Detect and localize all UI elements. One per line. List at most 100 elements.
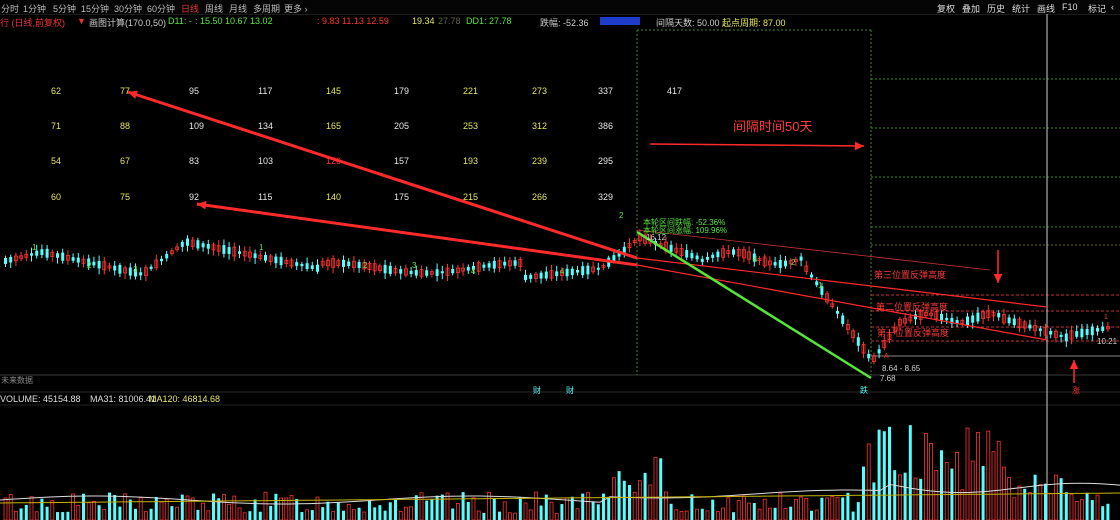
volume-bar xyxy=(263,491,268,520)
candle-body xyxy=(555,271,559,277)
volume-bar xyxy=(149,508,153,520)
trend-arrow-lower xyxy=(196,202,638,267)
volume-bar xyxy=(227,503,232,520)
volume-bar xyxy=(326,501,330,520)
wave-count-marker: 2 xyxy=(87,261,92,270)
wave-count-marker: 4 xyxy=(753,255,758,264)
volume-bar xyxy=(196,509,200,520)
candle-body xyxy=(784,260,787,267)
volume-bar xyxy=(154,496,158,520)
volume-bar xyxy=(736,500,741,520)
volume-bar xyxy=(1106,503,1110,520)
candle-body xyxy=(482,264,486,268)
volume-bar xyxy=(866,443,871,520)
volume-bar xyxy=(872,482,876,520)
volume-bar xyxy=(445,492,450,520)
volume-bar xyxy=(856,502,860,520)
candle-body xyxy=(357,261,361,269)
volume-bar xyxy=(732,512,735,520)
candle-body xyxy=(227,247,231,254)
volume-bar xyxy=(726,497,731,520)
candle-body xyxy=(238,251,241,254)
volume-bar xyxy=(908,425,912,520)
volume-bar xyxy=(170,506,174,520)
volume-bar xyxy=(835,496,840,520)
volume-bar xyxy=(762,498,767,520)
volume-bar xyxy=(394,498,397,520)
volume-bar xyxy=(476,510,481,520)
candle-body xyxy=(539,272,543,279)
volume-bar xyxy=(3,497,8,520)
volume-bar xyxy=(321,507,325,520)
volume-bar xyxy=(554,512,559,520)
volume-bar xyxy=(976,432,980,520)
candle-body xyxy=(305,263,309,270)
volume-bar xyxy=(862,466,865,520)
volume-bar xyxy=(820,497,824,520)
candle-body xyxy=(118,264,122,274)
candle-body xyxy=(940,313,943,321)
volume-bar xyxy=(336,502,340,520)
wave-count-marker: 1 xyxy=(818,281,823,290)
kline-chart[interactable]: 1 2 3 1 2 3 4 4 2 4 2 1 xyxy=(0,0,1120,520)
candle-body xyxy=(201,243,205,248)
volume-bar xyxy=(810,510,813,520)
volume-bar xyxy=(102,509,107,520)
volume-bar xyxy=(757,508,762,520)
volume-bar xyxy=(783,508,788,520)
candle-body xyxy=(685,250,689,258)
volume-bar xyxy=(1002,466,1006,520)
volume-bar xyxy=(342,510,345,520)
volume-bar xyxy=(206,510,211,520)
third-rebound-label: 第三位置反弹高度 xyxy=(874,270,947,280)
candle-body xyxy=(570,268,574,276)
candle-body xyxy=(310,265,314,269)
volume-bar xyxy=(659,458,663,520)
volume-bar xyxy=(1074,501,1079,520)
volume-bar xyxy=(539,505,543,520)
volume-bar xyxy=(632,491,637,520)
candle-body xyxy=(1049,330,1053,335)
volume-bar xyxy=(82,493,85,520)
candle-body xyxy=(186,238,189,246)
volume-bar xyxy=(794,499,798,520)
volume-bar xyxy=(383,510,387,520)
volume-bar xyxy=(451,508,455,520)
volume-bar xyxy=(913,477,918,520)
volume-bar xyxy=(679,511,684,520)
volume-bar xyxy=(34,511,39,520)
volume-bar xyxy=(248,511,252,520)
volume-bar xyxy=(518,496,522,520)
candle-body xyxy=(1038,328,1042,331)
trend-arrow-upper xyxy=(127,90,638,260)
interval-arrow xyxy=(649,143,865,147)
volume-bar xyxy=(97,505,101,520)
candle-body xyxy=(1090,326,1094,336)
candle-body xyxy=(196,240,200,249)
volume-bar xyxy=(388,502,392,520)
volume-bar xyxy=(1085,492,1089,520)
volume-bar xyxy=(768,507,772,520)
volume-bar xyxy=(143,511,148,520)
candle-body xyxy=(9,256,13,263)
volume-bar xyxy=(351,509,356,520)
candle-body xyxy=(347,261,351,267)
volume-bar xyxy=(700,508,704,520)
candle-body xyxy=(524,274,527,281)
volume-bar xyxy=(242,512,247,520)
volume-bar xyxy=(705,510,710,520)
volume-bar xyxy=(8,494,13,520)
candle-body xyxy=(425,270,429,276)
volume-bar xyxy=(113,494,117,520)
volume-bar xyxy=(128,499,132,520)
range-price-label: 8.64 - 8.65 xyxy=(882,364,921,373)
volume-bar xyxy=(425,500,429,520)
candle-body xyxy=(1096,328,1099,332)
volume-bar xyxy=(180,494,184,520)
volume-bar xyxy=(929,443,933,520)
volume-bar xyxy=(368,500,371,520)
candle-body xyxy=(622,246,626,253)
volume-bar xyxy=(1090,500,1094,520)
volume-bar xyxy=(653,456,658,520)
candle-body xyxy=(1075,331,1079,337)
